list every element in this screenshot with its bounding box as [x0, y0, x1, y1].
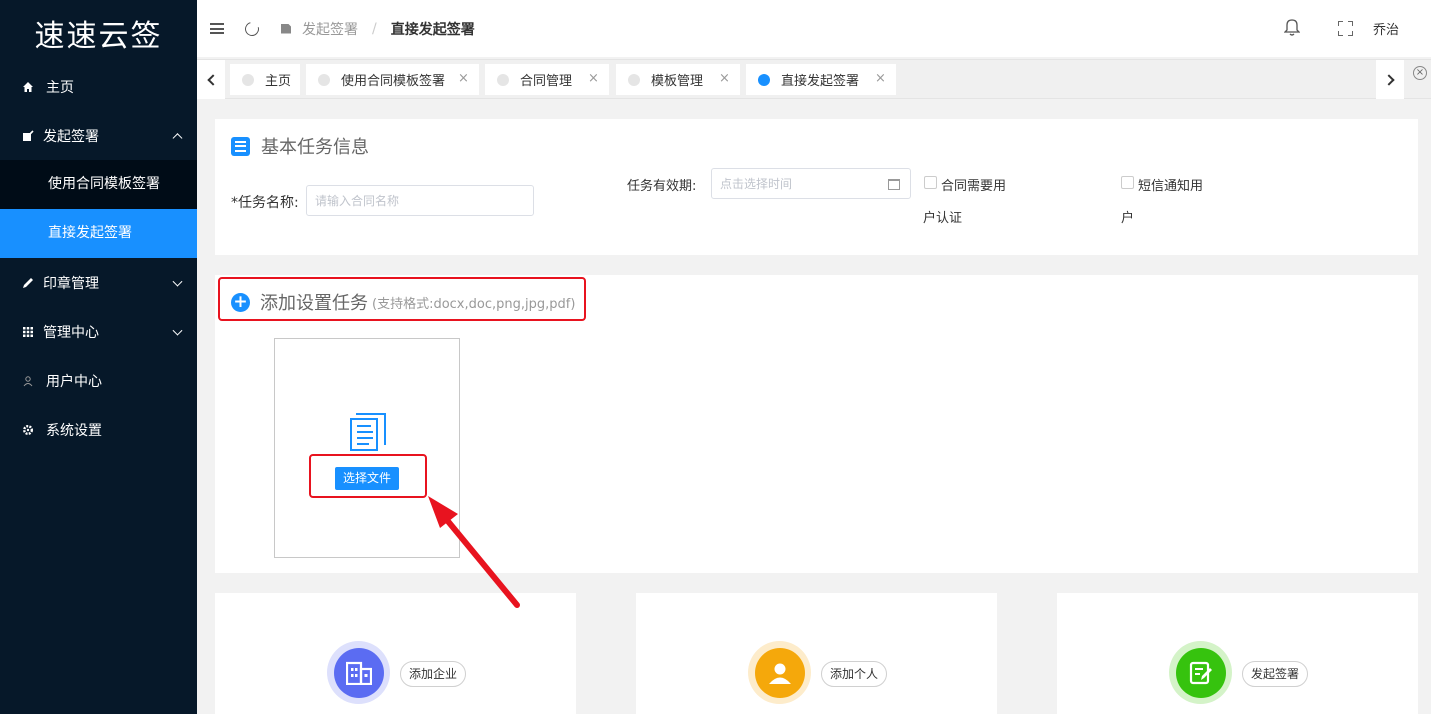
- breadcrumb-current: 直接发起签署: [390, 21, 475, 38]
- breadcrumb-separator: /: [372, 20, 377, 37]
- building-icon: [333, 647, 384, 698]
- tab-dot: [497, 73, 509, 86]
- task-name-label: *任务名称:: [231, 195, 299, 211]
- close-icon[interactable]: ×: [458, 72, 469, 85]
- close-all-tabs-icon[interactable]: ×: [1413, 66, 1427, 80]
- close-icon[interactable]: ×: [588, 72, 599, 85]
- sidebar: 速速云签 主页 发起签署 使用合同模板签署 直接发起签署 印章管理 管理中心 用…: [0, 0, 197, 714]
- tab-dot: [628, 73, 640, 86]
- validity-placeholder: 点击选择时间: [720, 177, 793, 191]
- tab-dot-active: [758, 73, 770, 86]
- sidebar-item-label: 系统设置: [46, 422, 102, 439]
- sidebar-subitem-template-sign[interactable]: 使用合同模板签署: [0, 160, 197, 209]
- sidebar-subitem-direct-sign[interactable]: 直接发起签署: [0, 209, 197, 258]
- close-icon[interactable]: ×: [719, 72, 730, 85]
- tab-label: 直接发起签署: [781, 74, 860, 89]
- tab-scroll-left-button[interactable]: [197, 60, 225, 99]
- tab-direct-sign[interactable]: 直接发起签署 ×: [746, 64, 896, 95]
- breadcrumb: 发起签署 / 直接发起签署: [281, 19, 475, 39]
- tab-template-management[interactable]: 模板管理 ×: [616, 64, 740, 95]
- section-title-basic: 基本任务信息: [231, 133, 369, 159]
- annotation-arrow-icon: [428, 496, 520, 608]
- user-icon: [22, 375, 34, 387]
- grid-icon: [22, 326, 34, 338]
- breadcrumb-parent[interactable]: 发起签署: [302, 19, 358, 39]
- person-icon: [754, 647, 805, 698]
- calendar-icon: [888, 179, 900, 190]
- tab-label: 主页: [265, 74, 292, 89]
- tab-label: 模板管理: [651, 74, 704, 89]
- app-logo: 速速云签: [34, 19, 163, 54]
- sidebar-item-label: 发起签署: [43, 128, 99, 145]
- pen-icon: [22, 277, 34, 289]
- contract-auth-label-line2: 户认证: [923, 211, 963, 226]
- add-company-button[interactable]: 添加企业: [400, 661, 467, 687]
- edit-icon: [281, 23, 291, 34]
- validity-date-input[interactable]: 点击选择时间: [711, 168, 911, 199]
- chevron-left-icon: [206, 73, 219, 86]
- task-name-placeholder: 请输入合同名称: [315, 194, 400, 208]
- bell-icon[interactable]: [1283, 17, 1301, 36]
- tab-template-sign[interactable]: 使用合同模板签署 ×: [306, 64, 479, 95]
- tab-home[interactable]: 主页: [230, 64, 300, 95]
- annotation-highlight-box: [309, 454, 427, 498]
- chevron-down-icon: [172, 325, 183, 336]
- sign-icon: [1175, 647, 1226, 698]
- fullscreen-icon[interactable]: [1338, 21, 1353, 36]
- chevron-right-icon: [1382, 73, 1395, 86]
- close-icon[interactable]: ×: [875, 72, 886, 85]
- menu-toggle-icon[interactable]: [210, 23, 224, 34]
- upload-task-card: + 添加设置任务 (支持格式:docx,doc,png,jpg,pdf) 选择文…: [215, 275, 1418, 573]
- sidebar-item-label: 用户中心: [46, 373, 102, 390]
- edit-icon: [22, 129, 34, 142]
- home-icon: [22, 81, 34, 93]
- role-card-sign: 发起签署: [1057, 593, 1418, 714]
- top-header: 发起签署 / 直接发起签署 乔治: [197, 0, 1431, 57]
- sidebar-item-home[interactable]: 主页: [0, 62, 197, 111]
- sidebar-item-user-center[interactable]: 用户中心: [0, 356, 197, 405]
- sidebar-item-start-sign[interactable]: 发起签署: [0, 111, 197, 160]
- contract-auth-checkbox[interactable]: [924, 176, 937, 189]
- sidebar-item-label: 印章管理: [43, 275, 99, 292]
- gear-icon: [22, 424, 34, 436]
- chevron-down-icon: [172, 276, 183, 287]
- role-icon-ring: [748, 641, 811, 704]
- sidebar-item-label: 主页: [46, 79, 74, 96]
- tab-bar: 主页 使用合同模板签署 × 合同管理 × 模板管理 × 直接发起签署 × ×: [197, 59, 1431, 99]
- tab-scroll-right-button[interactable]: [1376, 60, 1404, 99]
- role-card-company: 添加企业: [215, 593, 576, 714]
- sms-notify-label-line2: 户: [1121, 211, 1135, 226]
- add-person-button[interactable]: 添加个人: [821, 661, 888, 687]
- sidebar-item-settings[interactable]: 系统设置: [0, 405, 197, 454]
- sms-notify-checkbox[interactable]: [1121, 176, 1134, 189]
- task-name-input[interactable]: 请输入合同名称: [306, 185, 534, 216]
- start-sign-button[interactable]: 发起签署: [1242, 661, 1309, 687]
- section-title-text: 基本任务信息: [261, 137, 369, 158]
- list-icon: [231, 136, 250, 156]
- role-icon-ring: [1169, 641, 1232, 704]
- refresh-icon[interactable]: [242, 18, 262, 39]
- tab-contract-management[interactable]: 合同管理 ×: [485, 64, 609, 95]
- role-card-person: 添加个人: [636, 593, 997, 714]
- sidebar-item-seal[interactable]: 印章管理: [0, 258, 197, 307]
- validity-label: 任务有效期:: [627, 179, 697, 194]
- document-icon: [349, 412, 387, 451]
- annotation-highlight-box: [218, 277, 586, 321]
- chevron-up-icon: [172, 132, 183, 143]
- sidebar-item-label: 管理中心: [43, 324, 99, 341]
- basic-info-card: 基本任务信息 *任务名称: 请输入合同名称 任务有效期: 点击选择时间 合同需要…: [215, 119, 1418, 255]
- tab-dot: [242, 73, 254, 86]
- tab-dot: [318, 73, 330, 86]
- user-name[interactable]: 乔治: [1373, 19, 1399, 38]
- sidebar-item-management[interactable]: 管理中心: [0, 307, 197, 356]
- sidebar-submenu: 使用合同模板签署 直接发起签署: [0, 160, 197, 258]
- tab-label: 合同管理: [520, 74, 573, 89]
- contract-auth-label-line1: 合同需要用: [941, 179, 1007, 194]
- role-icon-ring: [327, 641, 390, 704]
- tab-label: 使用合同模板签署: [341, 74, 446, 89]
- sms-notify-label-line1: 短信通知用: [1138, 179, 1204, 194]
